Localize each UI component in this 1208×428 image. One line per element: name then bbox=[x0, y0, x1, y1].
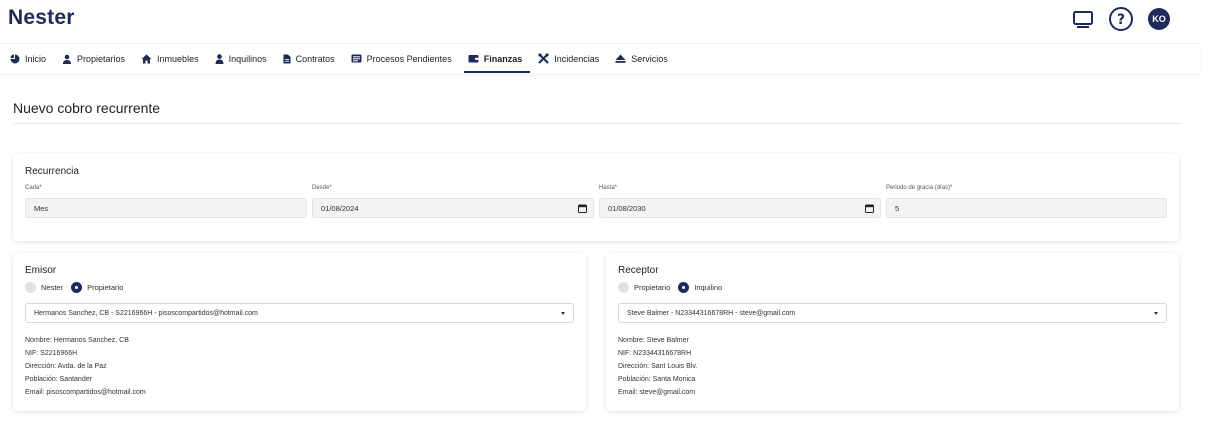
tab-label: Inicio bbox=[25, 53, 47, 64]
document-icon bbox=[283, 54, 291, 63]
page-title: Nuevo cobro recurrente bbox=[13, 100, 161, 116]
radio-propietario[interactable] bbox=[618, 282, 629, 293]
recurrencia-title: Recurrencia bbox=[25, 166, 79, 177]
desde-field[interactable]: 01/08/2024 bbox=[312, 198, 594, 218]
gracia-value: 5 bbox=[895, 203, 900, 213]
radio-inquilino[interactable] bbox=[678, 282, 690, 293]
radio-label: Nester bbox=[41, 283, 64, 292]
hasta-field[interactable]: 01/08/2030 bbox=[599, 198, 881, 218]
chevron-down-icon bbox=[1154, 312, 1158, 315]
tab-finanzas[interactable]: Finanzas bbox=[463, 44, 531, 73]
tools-icon bbox=[538, 53, 549, 64]
calendar-icon[interactable] bbox=[865, 204, 874, 213]
avatar-wrap: KO bbox=[1148, 8, 1170, 30]
receptor-select[interactable]: Steve Balmer - N23344316678RH - steve@gm… bbox=[618, 303, 1167, 323]
divider bbox=[13, 123, 1181, 124]
radio-propietario[interactable] bbox=[71, 282, 83, 293]
tab-label: Inmuebles bbox=[157, 53, 199, 64]
tab-inmuebles[interactable]: Inmuebles bbox=[141, 44, 207, 73]
receptor-radio-group: Propietario Inquilino bbox=[618, 282, 730, 293]
recurrencia-card: Recurrencia Cada* Mes Desde* 01/08/2024 … bbox=[13, 153, 1179, 241]
desde-label: Desde* bbox=[312, 185, 332, 191]
gracia-label: Periodo de gracia (días)* bbox=[886, 185, 953, 191]
tab-label: Servicios bbox=[631, 53, 668, 64]
emisor-title: Emisor bbox=[25, 265, 57, 276]
radio-nester[interactable] bbox=[25, 282, 36, 293]
tab-label: Propietarios bbox=[77, 53, 126, 64]
emisor-email: Email: pisoscompartidos@hotmail.com bbox=[25, 389, 146, 396]
chart-pie-icon bbox=[10, 54, 20, 63]
tab-label: Inquilinos bbox=[228, 53, 267, 64]
list-icon bbox=[351, 54, 362, 63]
tab-servicios[interactable]: Servicios bbox=[615, 44, 676, 73]
cada-label: Cada* bbox=[25, 185, 42, 191]
emisor-info: Nombre: Hermanos Sanchez, CB NIF: S22169… bbox=[25, 334, 146, 399]
radio-label: Inquilino bbox=[694, 283, 723, 292]
tab-incidencias[interactable]: Incidencias bbox=[538, 44, 607, 73]
eject-icon bbox=[615, 54, 626, 63]
receptor-info: Nombre: Steve Balmer NIF: N23344316678RH… bbox=[618, 334, 697, 399]
receptor-select-value: Steve Balmer - N23344316678RH - steve@gm… bbox=[627, 309, 796, 317]
user-icon bbox=[215, 53, 224, 64]
hasta-label: Hasta* bbox=[599, 185, 618, 191]
main-nav: Inicio Propietarios Inmuebles Inquilinos… bbox=[0, 43, 1200, 73]
tab-label: Incidencias bbox=[554, 53, 600, 64]
tab-label: Procesos Pendientes bbox=[366, 53, 452, 64]
emisor-card: Emisor Nester Propietario Hermanos Sanch… bbox=[13, 253, 586, 411]
emisor-nombre: Nombre: Hermanos Sanchez, CB bbox=[25, 337, 129, 344]
emisor-select[interactable]: Hermanos Sanchez, CB - S2216966H - pisos… bbox=[25, 303, 574, 323]
receptor-nombre: Nombre: Steve Balmer bbox=[618, 337, 689, 344]
emisor-poblacion: Población: Santander bbox=[25, 376, 92, 383]
emisor-select-value: Hermanos Sanchez, CB - S2216966H - pisos… bbox=[34, 309, 258, 317]
gracia-field[interactable]: 5 bbox=[886, 198, 1167, 218]
receptor-nif: NIF: N23344316678RH bbox=[618, 350, 692, 357]
cada-field[interactable]: Mes bbox=[25, 198, 307, 218]
user-tie-icon bbox=[63, 54, 72, 64]
emisor-nif: NIF: S2216966H bbox=[25, 350, 78, 357]
receptor-card: Receptor Propietario Inquilino Steve Bal… bbox=[606, 253, 1179, 411]
tab-inquilinos[interactable]: Inquilinos bbox=[215, 44, 275, 73]
tab-procesos-pendientes[interactable]: Procesos Pendientes bbox=[351, 44, 460, 73]
top-actions: ? KO bbox=[1058, 6, 1170, 32]
receptor-poblacion: Población: Santa Monica bbox=[618, 376, 696, 383]
tab-label: Contratos bbox=[295, 53, 335, 64]
radio-label: Propietario bbox=[87, 283, 124, 292]
svg-text:?: ? bbox=[1117, 12, 1125, 28]
calendar-icon[interactable] bbox=[578, 204, 587, 213]
tab-contratos[interactable]: Contratos bbox=[283, 44, 343, 73]
monitor-icon[interactable] bbox=[1072, 9, 1094, 29]
emisor-radio-group: Nester Propietario bbox=[25, 282, 131, 293]
desde-value: 01/08/2024 bbox=[321, 203, 359, 213]
top-bar: Nester ? KO bbox=[0, 0, 1208, 42]
radio-label: Propietario bbox=[634, 283, 671, 292]
wallet-icon bbox=[468, 55, 479, 63]
house-icon bbox=[141, 54, 152, 63]
chevron-down-icon bbox=[561, 312, 565, 315]
receptor-direccion: Dirección: Sant Louis Blv. bbox=[618, 363, 698, 370]
tab-inicio[interactable]: Inicio bbox=[10, 44, 54, 73]
receptor-email: Email: steve@gmail.com bbox=[618, 389, 696, 396]
receptor-title: Receptor bbox=[618, 265, 659, 276]
hasta-value: 01/08/2030 bbox=[608, 203, 646, 213]
emisor-direccion: Dirección: Avda. de la Paz bbox=[25, 363, 107, 370]
brand-logo[interactable]: Nester bbox=[8, 6, 75, 30]
help-icon[interactable]: ? bbox=[1108, 6, 1134, 32]
cada-value: Mes bbox=[34, 203, 49, 213]
tab-label: Finanzas bbox=[483, 53, 523, 64]
avatar[interactable]: KO bbox=[1148, 8, 1170, 30]
tab-propietarios[interactable]: Propietarios bbox=[62, 44, 133, 73]
